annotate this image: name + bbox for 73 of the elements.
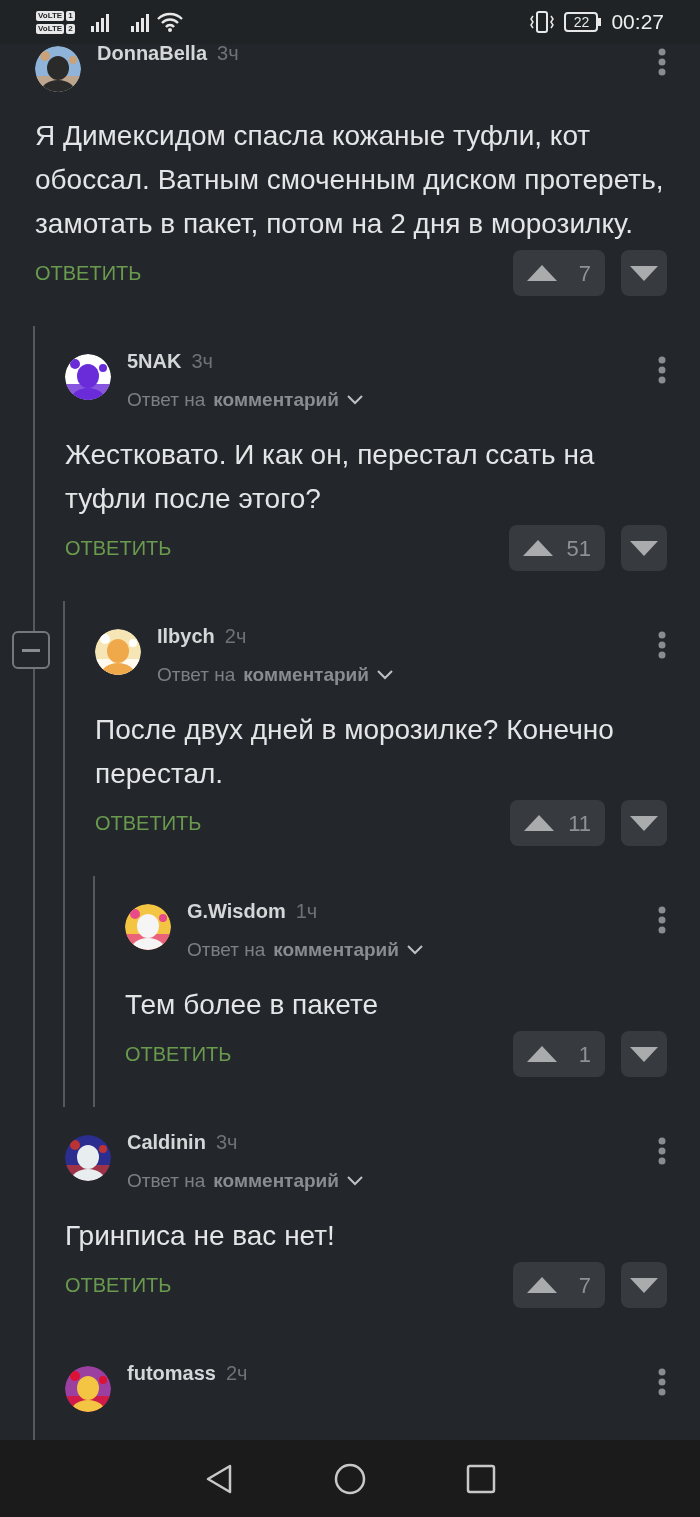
more-icon[interactable] <box>657 1368 667 1396</box>
comment-time: 3ч <box>217 44 239 66</box>
downvote-button[interactable] <box>621 800 667 846</box>
more-icon[interactable] <box>657 631 667 659</box>
reply-to-link[interactable]: комментарий <box>213 1168 339 1194</box>
reply-to-link[interactable]: комментарий <box>243 662 369 688</box>
reply-to-link[interactable]: комментарий <box>213 387 339 413</box>
sim-number: 1 <box>66 10 75 21</box>
reply-link[interactable]: ОТВЕТИТЬ <box>35 258 142 288</box>
recents-icon[interactable] <box>466 1463 496 1494</box>
triangle-up-icon <box>527 1046 557 1062</box>
volte-badge: VoLTE <box>36 10 65 21</box>
upvote-button[interactable]: 51 <box>508 525 605 571</box>
vibrate-icon <box>530 11 555 33</box>
author-name[interactable]: futomass <box>127 1360 216 1386</box>
downvote-button[interactable] <box>621 1262 667 1308</box>
wifi-icon <box>156 12 183 32</box>
comment-text: Жестковато. И как он, перестал ссать на туфли после этого? <box>65 438 596 516</box>
reply-link[interactable]: ОТВЕТИТЬ <box>65 1270 172 1300</box>
author-name[interactable]: DonnaBella <box>97 44 208 66</box>
author-name[interactable]: Caldinin <box>127 1129 206 1155</box>
upvote-button[interactable]: 7 <box>513 250 605 296</box>
triangle-up-icon <box>524 815 555 831</box>
triangle-down-icon <box>630 540 658 556</box>
downvote-button[interactable] <box>621 1031 667 1077</box>
chevron-down-icon[interactable] <box>376 670 393 680</box>
chevron-down-icon[interactable] <box>346 1176 363 1186</box>
upvote-button[interactable]: 11 <box>510 800 605 846</box>
reply-to-label: Ответ на <box>127 1169 206 1193</box>
chevron-down-icon[interactable] <box>406 945 423 955</box>
triangle-up-icon <box>527 1277 557 1293</box>
triangle-down-icon <box>630 815 658 831</box>
battery-icon: 22 <box>564 12 602 32</box>
upvote-button[interactable]: 1 <box>513 1031 605 1077</box>
volte-badge: VoLTE <box>36 23 65 34</box>
comment-time: 2ч <box>225 1361 248 1386</box>
reply-to-label: Ответ на <box>157 663 236 687</box>
sim-number: 2 <box>66 23 75 34</box>
author-name[interactable]: G.Wisdom <box>187 898 286 924</box>
collapse-button[interactable] <box>12 631 50 669</box>
more-icon[interactable] <box>657 1137 667 1165</box>
clock-time: 00:27 <box>611 9 664 36</box>
comment-text: Гринписа не вас нет! <box>65 1219 336 1253</box>
comment-time: 3ч <box>215 1130 238 1155</box>
triangle-down-icon <box>630 265 658 281</box>
triangle-down-icon <box>630 1046 658 1062</box>
reply-link[interactable]: ОТВЕТИТЬ <box>125 1039 232 1069</box>
author-name[interactable]: Ilbych <box>157 623 215 649</box>
triangle-up-icon <box>522 540 553 556</box>
back-icon[interactable] <box>204 1462 234 1495</box>
downvote-button[interactable] <box>621 250 667 296</box>
comment-text: После двух дней в морозилке? Конечно перестал. <box>95 713 615 791</box>
home-icon[interactable] <box>334 1462 366 1495</box>
more-icon[interactable] <box>657 906 667 934</box>
reply-to-label: Ответ на <box>187 938 266 962</box>
reply-link[interactable]: ОТВЕТИТЬ <box>65 533 172 563</box>
comment-time: 3ч <box>191 349 213 374</box>
triangle-up-icon <box>527 265 557 281</box>
triangle-down-icon <box>630 1277 658 1293</box>
chevron-down-icon[interactable] <box>346 395 363 405</box>
reply-to-link[interactable]: комментарий <box>273 937 399 963</box>
more-icon[interactable] <box>657 48 667 76</box>
upvote-button[interactable]: 7 <box>513 1262 605 1308</box>
reply-to-label: Ответ на <box>127 388 206 412</box>
minus-icon <box>22 648 40 652</box>
comment-time: 1ч <box>295 899 318 924</box>
comment-text: Тем более в пакете <box>125 988 380 1022</box>
author-name[interactable]: 5NAK <box>127 348 182 374</box>
more-icon[interactable] <box>657 356 667 384</box>
downvote-button[interactable] <box>621 525 667 571</box>
comment-text: Я Димексидом спасла кожаные туфли, кот обоссал. Ватным смоченным диском протереть, замотать в пакет, потом на 2 дня в морозилку. <box>35 119 665 241</box>
reply-link[interactable]: ОТВЕТИТЬ <box>95 808 202 838</box>
comment-time: 2ч <box>224 624 247 649</box>
